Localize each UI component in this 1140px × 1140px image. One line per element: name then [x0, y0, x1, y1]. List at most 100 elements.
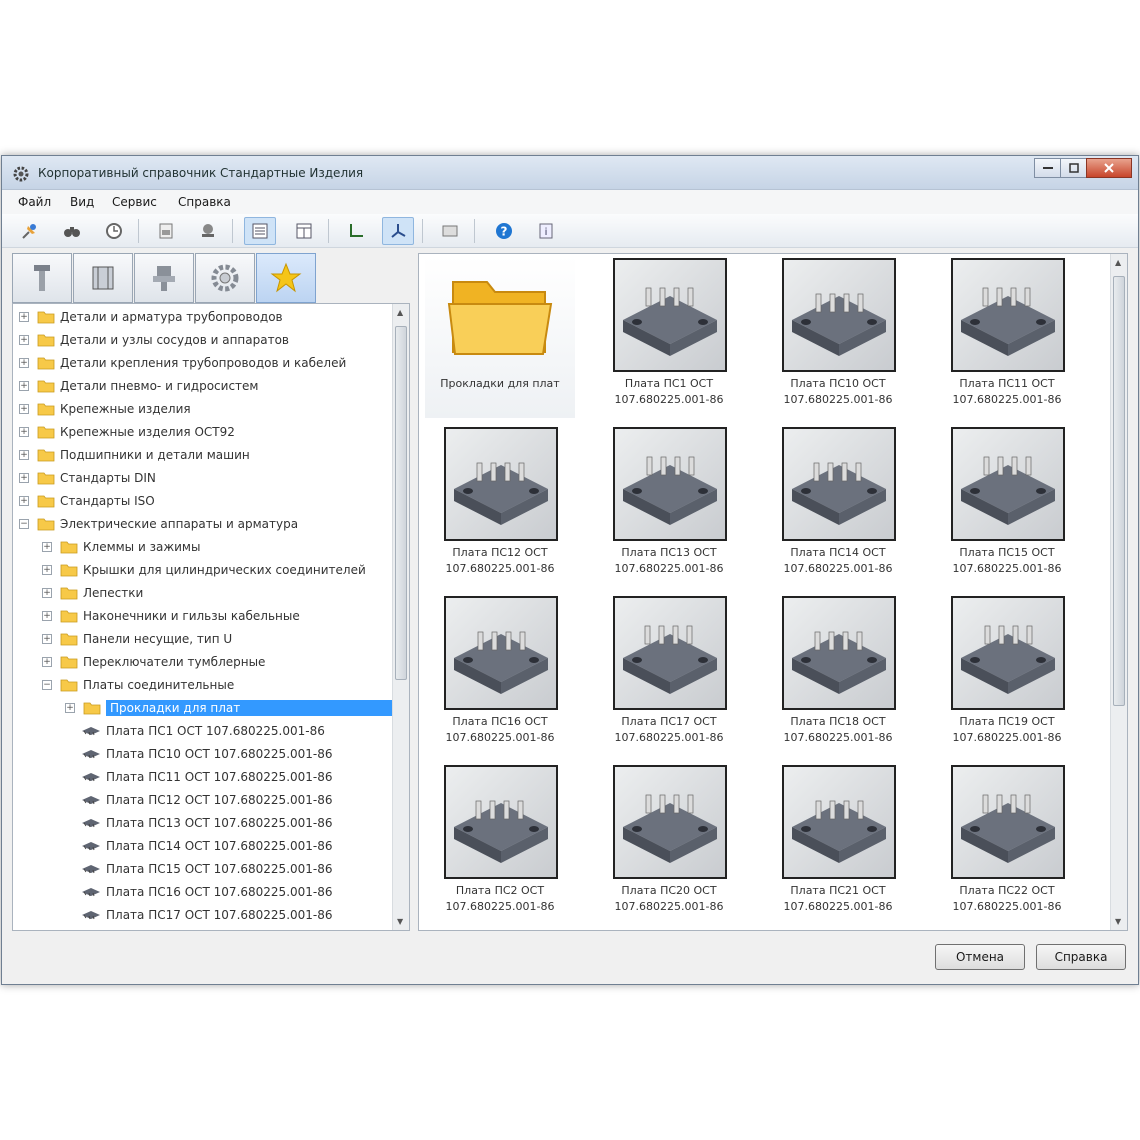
tree-item[interactable]: Плата ПС14 ОСТ 107.680225.001-86: [13, 835, 398, 858]
tree-scrollbar[interactable]: ▲ ▼: [392, 304, 409, 930]
expander-icon[interactable]: +: [19, 404, 29, 414]
tree-item[interactable]: + Детали и узлы сосудов и аппаратов: [13, 329, 398, 352]
search-button[interactable]: [56, 217, 88, 245]
scroll-up-arrow-icon[interactable]: ▲: [397, 308, 403, 317]
title-bar[interactable]: Корпоративный справочник Стандартные Изд…: [2, 156, 1138, 190]
caption-line: Плата ПС14 ОСТ: [790, 546, 886, 559]
help-dialog-button[interactable]: Справка: [1036, 944, 1126, 970]
help-button[interactable]: ?: [488, 217, 520, 245]
expander-icon[interactable]: +: [42, 611, 52, 621]
tab-books[interactable]: [73, 253, 133, 303]
preview-button[interactable]: [434, 217, 466, 245]
tree-item[interactable]: + Стандарты DIN: [13, 467, 398, 490]
close-button[interactable]: [1086, 158, 1132, 178]
gallery-part-item[interactable]: Плата ПС16 ОСТ 107.680225.001-86: [425, 594, 575, 756]
tree-item[interactable]: − Электрические аппараты и арматура: [13, 513, 398, 536]
scroll-down-arrow-icon[interactable]: ▼: [397, 917, 403, 926]
gallery-part-item[interactable]: Плата ПС10 ОСТ 107.680225.001-86: [763, 256, 913, 418]
tree-item[interactable]: Плата ПС12 ОСТ 107.680225.001-86: [13, 789, 398, 812]
tree-item[interactable]: + Наконечники и гильзы кабельные: [13, 605, 398, 628]
tree-item[interactable]: + Крепежные изделия: [13, 398, 398, 421]
gallery-part-item[interactable]: Плата ПС13 ОСТ 107.680225.001-86: [594, 425, 744, 587]
menu-view[interactable]: Вид: [70, 195, 94, 209]
folder-icon: [37, 309, 55, 324]
tree-item[interactable]: Плата ПС13 ОСТ 107.680225.001-86: [13, 812, 398, 835]
tree-item[interactable]: + Подшипники и детали машин: [13, 444, 398, 467]
expander-icon[interactable]: +: [42, 588, 52, 598]
gallery-part-item[interactable]: Плата ПС18 ОСТ 107.680225.001-86: [763, 594, 913, 756]
expander-icon[interactable]: +: [65, 703, 75, 713]
expander-icon[interactable]: −: [19, 519, 29, 529]
expander-icon[interactable]: +: [19, 473, 29, 483]
expander-icon[interactable]: +: [19, 312, 29, 322]
tree-item[interactable]: + Панели несущие, тип U: [13, 628, 398, 651]
tree-item[interactable]: + Прокладки для плат: [13, 697, 398, 720]
gallery-part-item[interactable]: Плата ПС15 ОСТ 107.680225.001-86: [932, 425, 1082, 587]
stamp-button[interactable]: [192, 217, 224, 245]
tree-item[interactable]: + Лепестки: [13, 582, 398, 605]
tree-item[interactable]: + Детали крепления трубопроводов и кабеле…: [13, 352, 398, 375]
menu-help[interactable]: Справка: [178, 195, 231, 209]
tree-item[interactable]: + Клеммы и зажимы: [13, 536, 398, 559]
tree-item[interactable]: Плата ПС11 ОСТ 107.680225.001-86: [13, 766, 398, 789]
page-button[interactable]: [150, 217, 182, 245]
gallery-part-item[interactable]: Плата ПС22 ОСТ 107.680225.001-86: [932, 763, 1082, 925]
gallery-part-item[interactable]: Плата ПС1 ОСТ 107.680225.001-86: [594, 256, 744, 418]
tree-item[interactable]: + Крепежные изделия ОСТ92: [13, 421, 398, 444]
gallery-scroll-thumb[interactable]: [1113, 276, 1125, 706]
table-view-button[interactable]: [288, 217, 320, 245]
info-button[interactable]: i: [530, 217, 562, 245]
expander-icon[interactable]: +: [42, 565, 52, 575]
gallery-part-item[interactable]: Плата ПС20 ОСТ 107.680225.001-86: [594, 763, 744, 925]
menu-file[interactable]: Файл: [18, 195, 51, 209]
gallery-part-item[interactable]: Плата ПС2 ОСТ 107.680225.001-86: [425, 763, 575, 925]
expander-icon[interactable]: +: [19, 427, 29, 437]
expander-icon[interactable]: +: [19, 381, 29, 391]
tab-fasteners[interactable]: [12, 253, 72, 303]
expander-icon[interactable]: +: [19, 450, 29, 460]
tree-item[interactable]: + Крышки для цилиндрических соединителей: [13, 559, 398, 582]
tree-item[interactable]: Плата ПС1 ОСТ 107.680225.001-86: [13, 720, 398, 743]
tree-item[interactable]: + Детали и арматура трубопроводов: [13, 306, 398, 329]
gallery-part-item[interactable]: Плата ПС21 ОСТ 107.680225.001-86: [763, 763, 913, 925]
tree-item[interactable]: Плата ПС17 ОСТ 107.680225.001-86: [13, 904, 398, 927]
gallery-scrollbar[interactable]: ▲ ▼: [1110, 254, 1127, 930]
axis-2d-button[interactable]: [340, 217, 372, 245]
tree-item[interactable]: + Переключатели тумблерные: [13, 651, 398, 674]
gallery-part-item[interactable]: Плата ПС19 ОСТ 107.680225.001-86: [932, 594, 1082, 756]
expander-icon[interactable]: −: [42, 680, 52, 690]
cancel-button[interactable]: Отмена: [935, 944, 1025, 970]
tree-item[interactable]: Плата ПС16 ОСТ 107.680225.001-86: [13, 881, 398, 904]
expander-icon[interactable]: +: [42, 542, 52, 552]
expander-icon[interactable]: +: [19, 496, 29, 506]
scroll-down-arrow-icon[interactable]: ▼: [1115, 917, 1121, 926]
tab-parts[interactable]: [134, 253, 194, 303]
gallery-part-item[interactable]: Плата ПС14 ОСТ 107.680225.001-86: [763, 425, 913, 587]
gallery-part-item[interactable]: Плата ПС12 ОСТ 107.680225.001-86: [425, 425, 575, 587]
tree-item[interactable]: Плата ПС15 ОСТ 107.680225.001-86: [13, 858, 398, 881]
gallery-part-item[interactable]: Плата ПС17 ОСТ 107.680225.001-86: [594, 594, 744, 756]
tree-item[interactable]: + Стандарты ISO: [13, 490, 398, 513]
tree-item[interactable]: − Платы соединительные: [13, 674, 398, 697]
scroll-up-arrow-icon[interactable]: ▲: [1115, 258, 1121, 267]
expander-icon[interactable]: +: [42, 657, 52, 667]
expander-icon[interactable]: +: [19, 335, 29, 345]
list-view-button[interactable]: [244, 217, 276, 245]
axis-3d-button[interactable]: [382, 217, 414, 245]
pin-button[interactable]: [14, 217, 46, 245]
maximize-button[interactable]: [1060, 158, 1087, 178]
tree-item[interactable]: + Детали пневмо- и гидросистем: [13, 375, 398, 398]
menu-service[interactable]: Сервис: [112, 195, 157, 209]
gallery-part-item[interactable]: Плата ПС11 ОСТ 107.680225.001-86: [932, 256, 1082, 418]
expander-icon[interactable]: +: [42, 634, 52, 644]
info-icon: i: [539, 223, 553, 239]
tab-machinery[interactable]: [195, 253, 255, 303]
tree-item[interactable]: Плата ПС10 ОСТ 107.680225.001-86: [13, 743, 398, 766]
gallery-folder-item[interactable]: Прокладки для плат: [425, 256, 575, 418]
expander-icon[interactable]: +: [19, 358, 29, 368]
folder-icon: [60, 585, 78, 600]
tab-favorites[interactable]: [256, 253, 316, 303]
history-button[interactable]: [98, 217, 130, 245]
tree-scroll-thumb[interactable]: [395, 326, 407, 680]
minimize-button[interactable]: [1034, 158, 1061, 178]
